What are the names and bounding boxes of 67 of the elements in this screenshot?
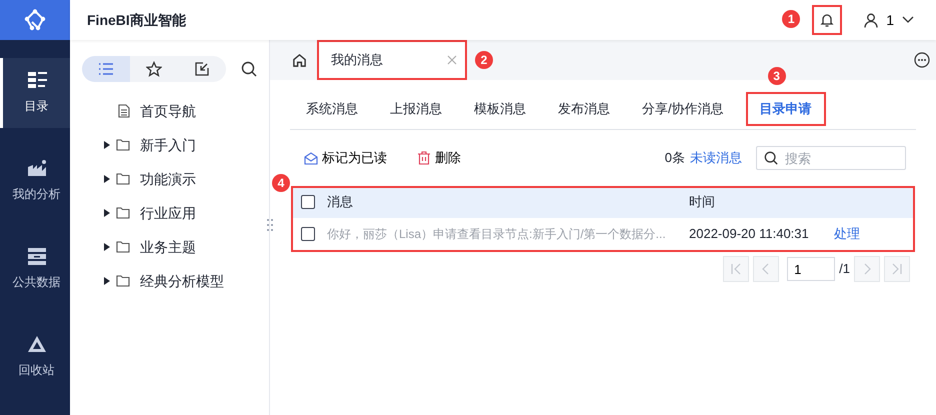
bell-icon <box>819 12 836 28</box>
callout-badge: 1 <box>782 10 800 28</box>
last-page-icon <box>892 263 902 275</box>
message-tab[interactable]: 上报消息 <box>374 92 458 126</box>
resize-handle[interactable] <box>267 218 273 232</box>
recycle-icon <box>26 335 46 353</box>
analysis-icon <box>26 159 46 177</box>
checkbox-arrow-icon <box>194 61 210 77</box>
message-cell-text: 你好，丽莎（Lisa）申请查看目录节点:新手入门/第一个数据分... <box>327 226 667 243</box>
catalog-icon <box>26 71 46 89</box>
more-icon <box>914 52 930 68</box>
unread-link[interactable]: 未读消息 <box>690 148 742 168</box>
logo-icon <box>24 9 46 31</box>
process-link[interactable]: 处理 <box>834 224 860 244</box>
folder-icon <box>116 275 130 287</box>
next-page-icon <box>862 263 872 275</box>
message-tab[interactable]: 发布消息 <box>542 92 626 126</box>
star-tab[interactable] <box>130 56 178 82</box>
first-page-icon <box>731 263 742 275</box>
user-menu[interactable]: 1 <box>864 10 914 30</box>
list-tab[interactable] <box>82 56 130 82</box>
folder-icon <box>116 241 130 253</box>
rail-item[interactable]: 目录 <box>0 58 70 128</box>
close-icon <box>447 55 457 65</box>
time-cell-text: 2022-09-20 11:40:31 <box>689 225 810 244</box>
callout-badge: 2 <box>475 51 493 69</box>
data-icon <box>26 247 46 265</box>
folder-icon <box>116 173 130 185</box>
app-title: FineBI商业智能 <box>87 10 186 30</box>
trash-icon <box>417 151 431 165</box>
column-header: 时间 <box>689 193 716 212</box>
document-icon <box>118 104 130 118</box>
delete-button[interactable]: 删除 <box>417 148 461 168</box>
message-tab[interactable]: 系统消息 <box>290 92 374 126</box>
page-total: /1 <box>839 260 850 278</box>
message-tab[interactable]: 分享/协作消息 <box>626 92 740 126</box>
home-button[interactable] <box>292 52 307 68</box>
search-field[interactable]: 搜索 <box>756 146 906 170</box>
tree-item-label[interactable]: 功能演示 <box>140 168 196 190</box>
folder-icon <box>116 139 130 151</box>
more-button[interactable] <box>914 52 930 68</box>
user-icon <box>864 12 878 28</box>
rail-item[interactable]: 我的分析 <box>0 146 70 216</box>
message-tab[interactable]: 模板消息 <box>458 92 542 126</box>
tree-item-label[interactable]: 新手入门 <box>140 134 196 156</box>
unread-count: 0条 <box>664 149 685 168</box>
star-icon <box>146 61 162 77</box>
column-header: 消息 <box>327 193 354 212</box>
row-checkbox[interactable] <box>301 227 315 241</box>
rail-item[interactable]: 公共数据 <box>0 234 70 304</box>
mark-read-button[interactable]: 标记为已读 <box>304 148 387 168</box>
tree-item-label[interactable]: 首页导航 <box>140 100 196 122</box>
tree-item-label[interactable]: 行业应用 <box>140 202 196 224</box>
previous-page-icon <box>761 263 772 275</box>
page-input[interactable]: 1 <box>787 257 836 281</box>
select-all-checkbox[interactable] <box>301 195 315 209</box>
callout-badge: 4 <box>272 174 290 192</box>
search-icon <box>241 61 257 77</box>
rail-item[interactable]: 回收站 <box>0 322 70 392</box>
share-tab[interactable] <box>178 56 226 82</box>
list-icon <box>98 61 114 77</box>
folder-icon <box>116 207 130 219</box>
chevron-down-icon <box>902 16 914 24</box>
tree-item-label[interactable]: 经典分析模型 <box>140 270 224 292</box>
tree-item-label[interactable]: 业务主题 <box>140 236 196 258</box>
envelope-icon <box>304 152 318 164</box>
home-icon <box>292 52 307 68</box>
